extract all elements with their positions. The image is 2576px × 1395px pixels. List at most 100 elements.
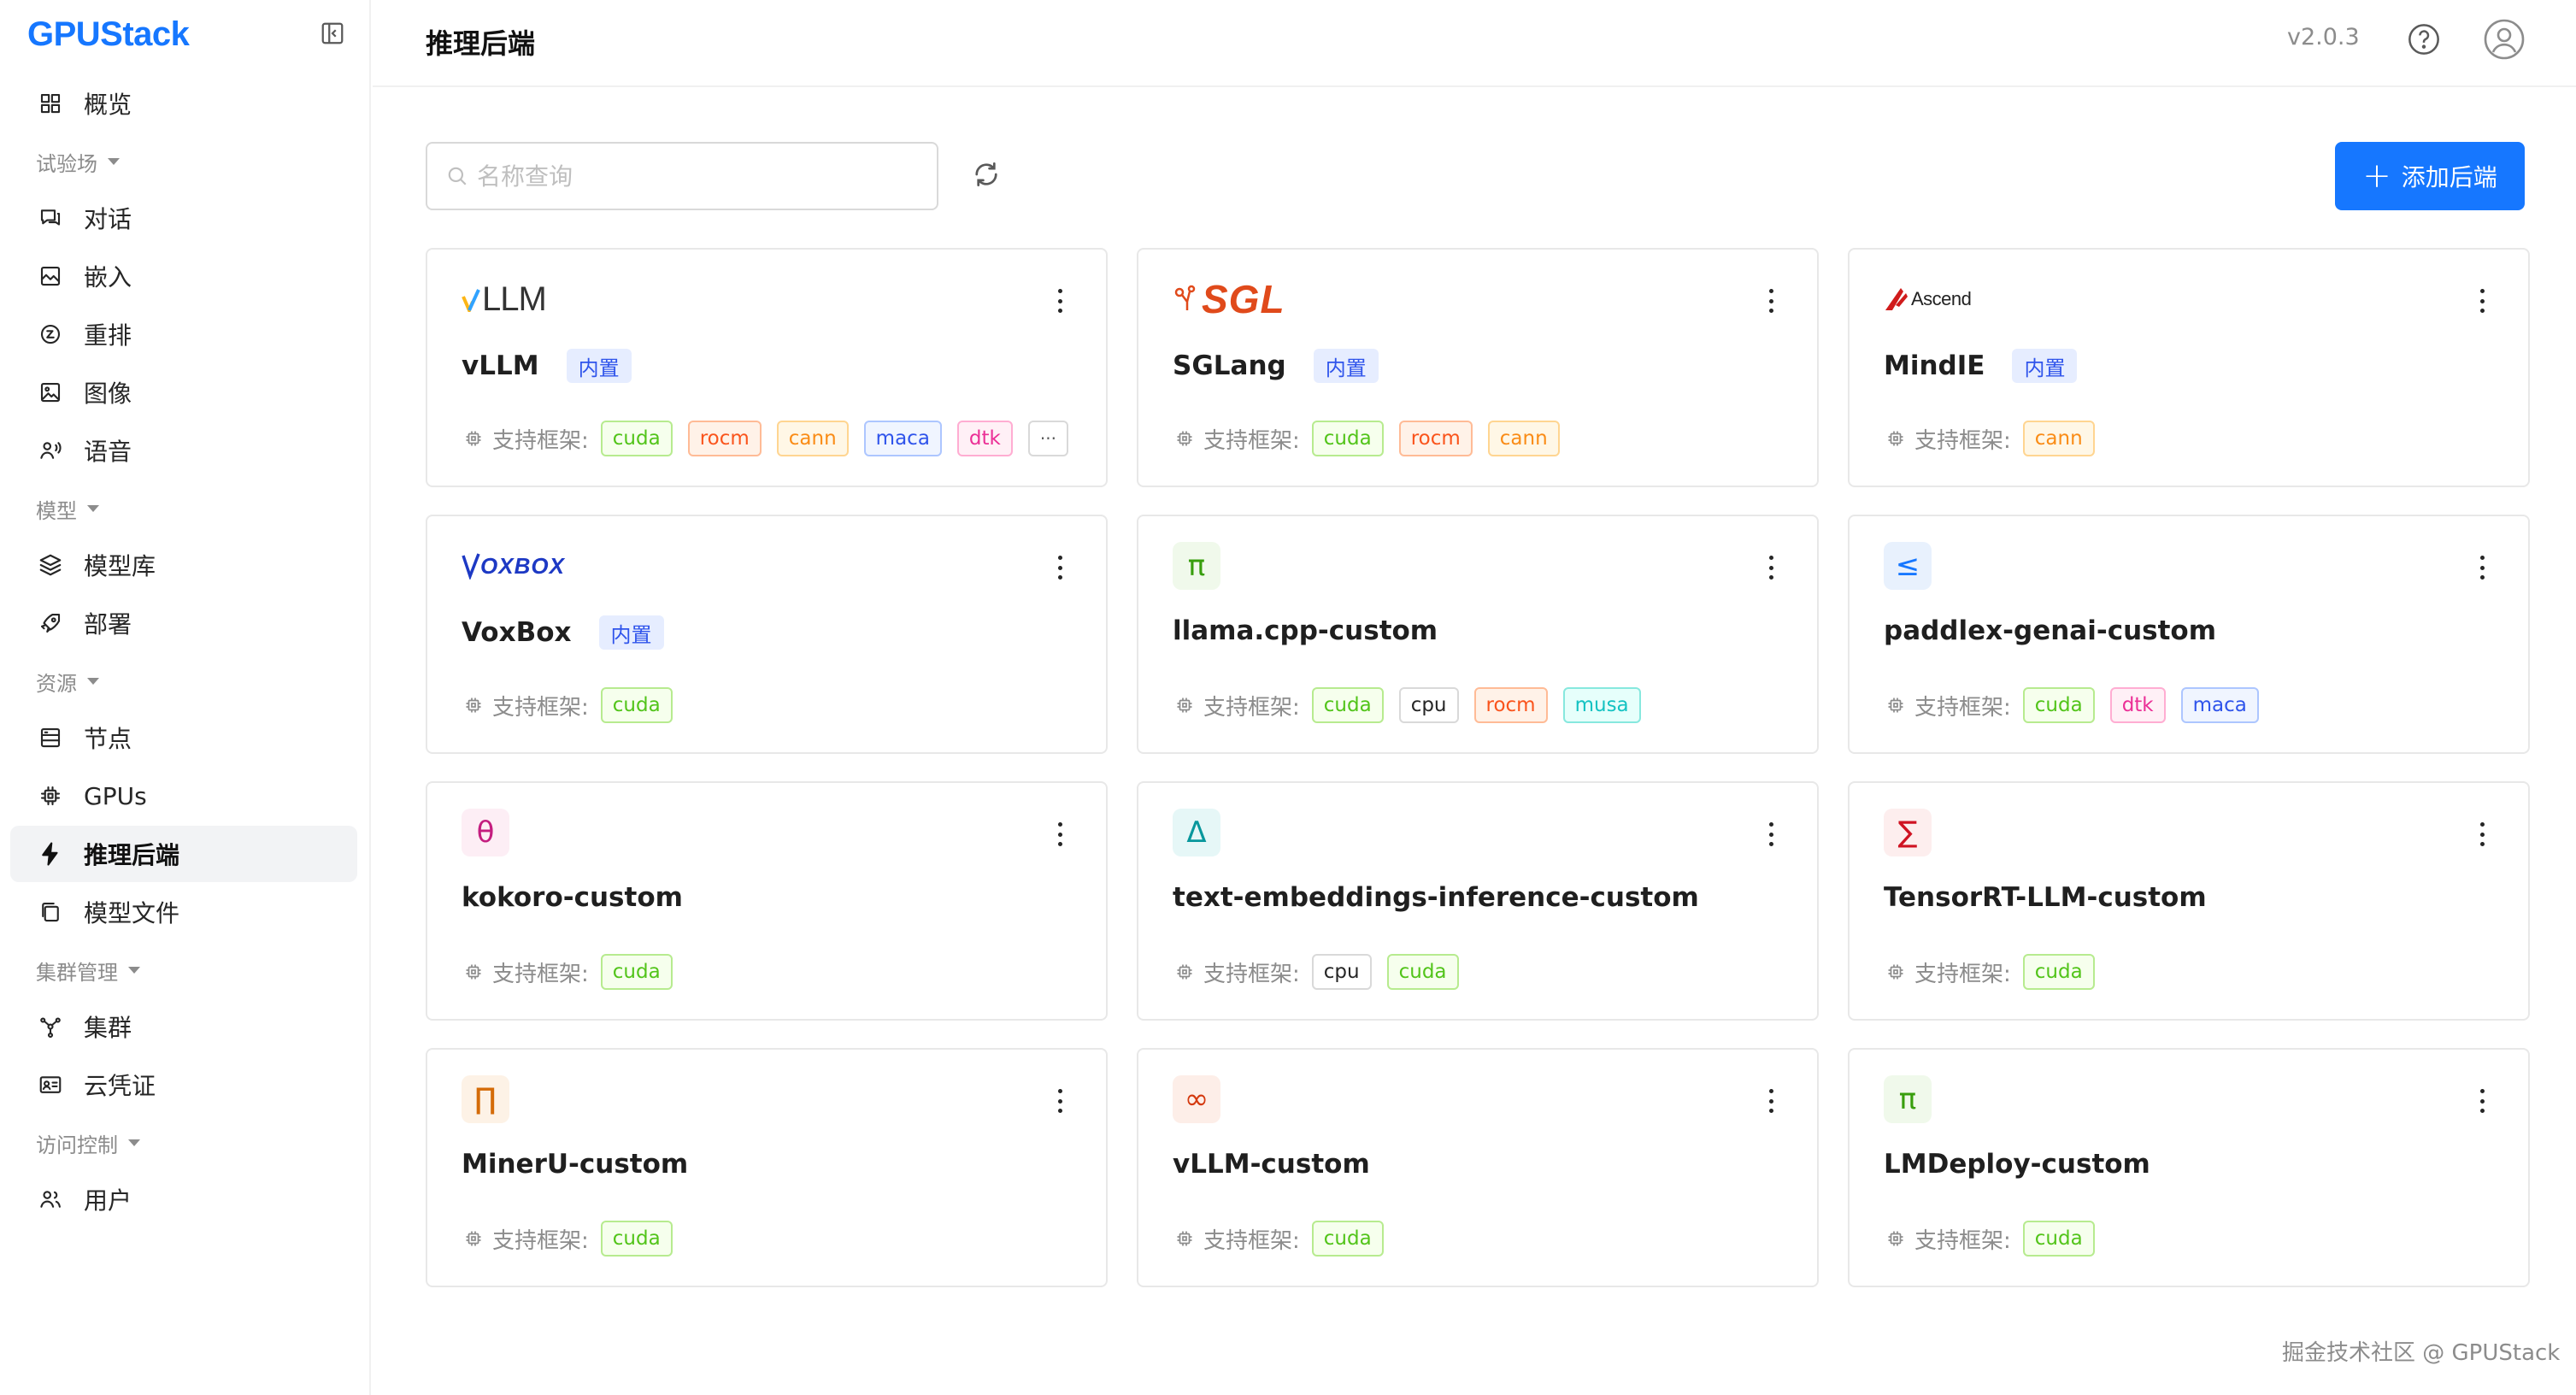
sidebar-item-label: 图像 [84,380,132,408]
sidebar-item-label: 嵌入 [84,263,132,291]
backend-name: LMDeploy-custom [1884,1149,2150,1180]
sidebar-item-dashboard[interactable]: 概览 [10,75,357,132]
backend-card-tensorrt-llm-custom[interactable]: ∑ TensorRT-LLM-custom 支持框架: cuda [1848,781,2530,1021]
voxbox-logo-text: OXBOX [480,552,565,579]
brand-logo[interactable]: GPUStack [27,12,190,56]
more-vertical-icon [1057,822,1062,827]
search-box[interactable] [426,142,938,210]
search-input[interactable] [477,162,921,191]
framework-row: 支持框架: cuda [1885,954,2110,990]
backend-card-paddlex-genai-custom[interactable]: ≤ paddlex-genai-custom 支持框架: cuda dtk maca [1848,515,2530,754]
version-label: v2.0.3 [2287,24,2360,50]
framework-row: 支持框架: cuda rocm cann maca dtk ··· [463,421,1084,456]
sidebar-item-lightning[interactable]: 推理后端 [10,826,357,882]
framework-tag-cann: cann [776,421,849,456]
more-vertical-icon [1768,556,1773,560]
framework-label: 支持框架: [492,1227,589,1254]
nav-group-10[interactable]: 资源 [0,653,371,709]
more-options-button[interactable] [2473,819,2491,850]
sglang-logo: SGL [1173,274,1285,325]
more-options-button[interactable] [2473,1086,2491,1116]
backend-name: MinerU-custom [462,1149,689,1180]
product-icon-badge: ∏ [462,1075,509,1123]
more-options-button[interactable] [2473,285,2491,316]
sidebar-item-cluster[interactable]: 集群 [10,998,357,1055]
framework-label: 支持框架: [492,961,589,987]
sidebar-item-embedding[interactable]: 嵌入 [10,248,357,304]
sidebar-item-users[interactable]: 用户 [10,1171,357,1227]
sidebar-item-image[interactable]: 图像 [10,364,357,421]
more-options-button[interactable] [1051,285,1068,316]
sidebar-item-chip[interactable]: GPUs [10,768,357,824]
help-button[interactable] [2407,22,2441,56]
backend-card-vllm[interactable]: LLM vLLM 内置 支持框架: cuda rocm cann maca dtk ··· [426,248,1108,487]
chip-icon [1177,698,1192,713]
vllm-logo-text: LLM [482,280,547,318]
sidebar-item-label: GPUs [84,781,147,810]
voice-icon [36,436,65,465]
pi-icon: π [1173,540,1220,592]
sidebar-item-rocket[interactable]: 部署 [10,595,357,651]
sglang-mark [1174,285,1196,310]
vllm-logo: LLM [462,274,547,325]
backend-card-vllm-custom[interactable]: ∞ vLLM-custom 支持框架: cuda [1137,1048,1819,1287]
more-options-button[interactable] [1762,819,1779,850]
infinity-icon-badge: ∞ [1173,1075,1220,1123]
sidebar-item-label: 推理后端 [84,841,180,869]
card-name-row: LMDeploy-custom [1884,1149,2150,1180]
credential-icon [36,1070,65,1099]
theta-icon: θ [462,807,509,858]
more-options-button[interactable] [1051,819,1068,850]
more-frameworks-tag[interactable]: ··· [1027,421,1068,456]
card-name-row: SGLang 内置 [1173,349,1379,383]
more-options-button[interactable] [2473,552,2491,583]
caret-down-icon [128,967,140,974]
sidebar-item-credential[interactable]: 云凭证 [10,1057,357,1113]
image-icon [36,378,65,407]
sidebar-item-voice[interactable]: 语音 [10,422,357,479]
more-options-button[interactable] [1762,1086,1779,1116]
nav-group-18[interactable]: 访问控制 [0,1115,371,1171]
more-options-button[interactable] [1762,552,1779,583]
add-backend-button[interactable]: + 添加后端 [2335,142,2525,210]
backend-card-mindie[interactable]: Ascend MindIE 内置 支持框架: cann [1848,248,2530,487]
backend-card-llama-cpp-custom[interactable]: π llama.cpp-custom 支持框架: cuda cpu rocm musa [1137,515,1819,754]
backend-card-voxbox[interactable]: OXBOX VoxBox 内置 支持框架: cuda [426,515,1108,754]
sidebar-item-layers[interactable]: 模型库 [10,537,357,593]
backend-card-mineru-custom[interactable]: ∏ MinerU-custom 支持框架: cuda [426,1048,1108,1287]
backend-name: vLLM [462,350,539,381]
chip-icon [1888,431,1903,446]
sidebar-item-rerank[interactable]: 重排 [10,306,357,362]
backend-card-kokoro-custom[interactable]: θ kokoro-custom 支持框架: cuda [426,781,1108,1021]
backend-card-sglang[interactable]: SGL SGLang 内置 支持框架: cuda rocm cann [1137,248,1819,487]
sidebar-item-chat[interactable]: 对话 [10,190,357,246]
framework-label: 支持框架: [1203,961,1300,987]
more-vertical-icon [1768,565,1773,570]
framework-tag-cuda: cuda [1311,1221,1384,1257]
framework-tag-cuda: cuda [2022,687,2095,723]
delta-icon: Δ [1173,807,1220,858]
nav-group-15[interactable]: 集群管理 [0,942,371,998]
backend-card-text-embeddings-inference-custom[interactable]: Δtext-embeddings-inference-custom 支持框架: cp… [1137,781,1819,1021]
chip-icon [1177,431,1192,446]
more-vertical-icon [2479,842,2485,846]
layers-icon [36,550,65,580]
backend-card-lmdeploy-custom[interactable]: π LMDeploy-custom 支持框架: cuda [1848,1048,2530,1287]
collapse-sidebar-button[interactable] [318,19,347,48]
more-options-button[interactable] [1051,1086,1068,1116]
nav-group-1[interactable]: 试验场 [0,133,371,190]
card-name-row: VoxBox 内置 [462,615,664,650]
more-vertical-icon [2479,556,2485,560]
framework-tag-cuda: cuda [600,1221,673,1257]
user-avatar-button[interactable] [2484,19,2525,60]
sidebar-collapse-icon [321,22,344,44]
sidebar-item-files[interactable]: 模型文件 [10,884,357,940]
more-vertical-icon [1768,842,1773,846]
more-options-button[interactable] [1051,552,1068,583]
more-options-button[interactable] [1762,285,1779,316]
framework-tag-cann: cann [2022,421,2095,456]
sidebar-item-server[interactable]: 节点 [10,709,357,766]
nav-group-7[interactable]: 模型 [0,480,371,537]
refresh-button[interactable] [971,159,1005,193]
more-vertical-icon [2479,298,2485,303]
